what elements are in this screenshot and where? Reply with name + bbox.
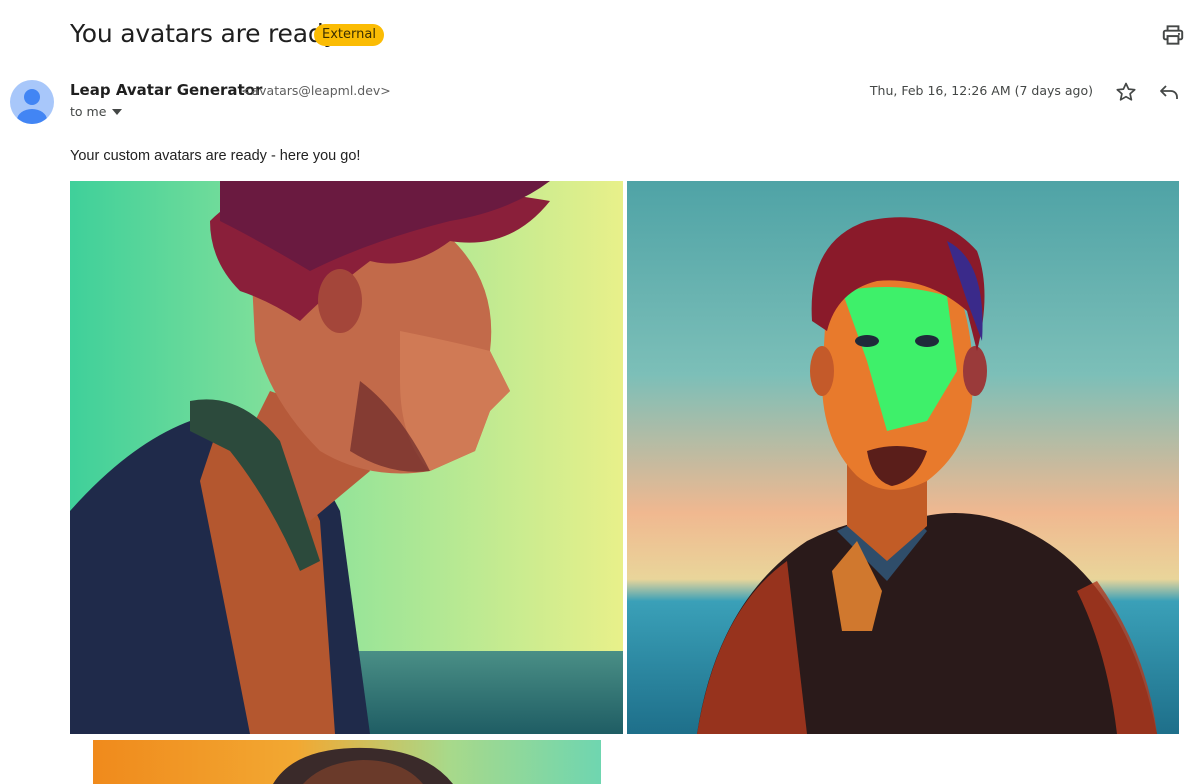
print-icon[interactable] [1160,22,1186,48]
avatar-image-3[interactable] [93,740,601,784]
email-date: Thu, Feb 16, 12:26 AM (7 days ago) [869,83,1093,98]
sender-email: <avatars@leapml.dev> [241,83,391,98]
sender-avatar[interactable] [10,80,54,124]
sender-name[interactable]: Leap Avatar Generator [70,81,262,99]
recipient-details-toggle[interactable]: to me [70,104,123,119]
person-avatar-icon [17,89,47,124]
avatar-image-2[interactable] [627,181,1179,734]
email-body-text: Your custom avatars are ready - here you… [70,148,361,164]
chevron-down-icon [112,108,123,115]
external-badge: External [314,24,384,46]
recipient-label: to me [70,104,107,119]
avatar-image-1[interactable] [70,181,623,734]
email-subject: You avatars are ready! [70,19,348,48]
reply-icon[interactable] [1157,80,1181,104]
star-icon[interactable] [1114,80,1138,104]
